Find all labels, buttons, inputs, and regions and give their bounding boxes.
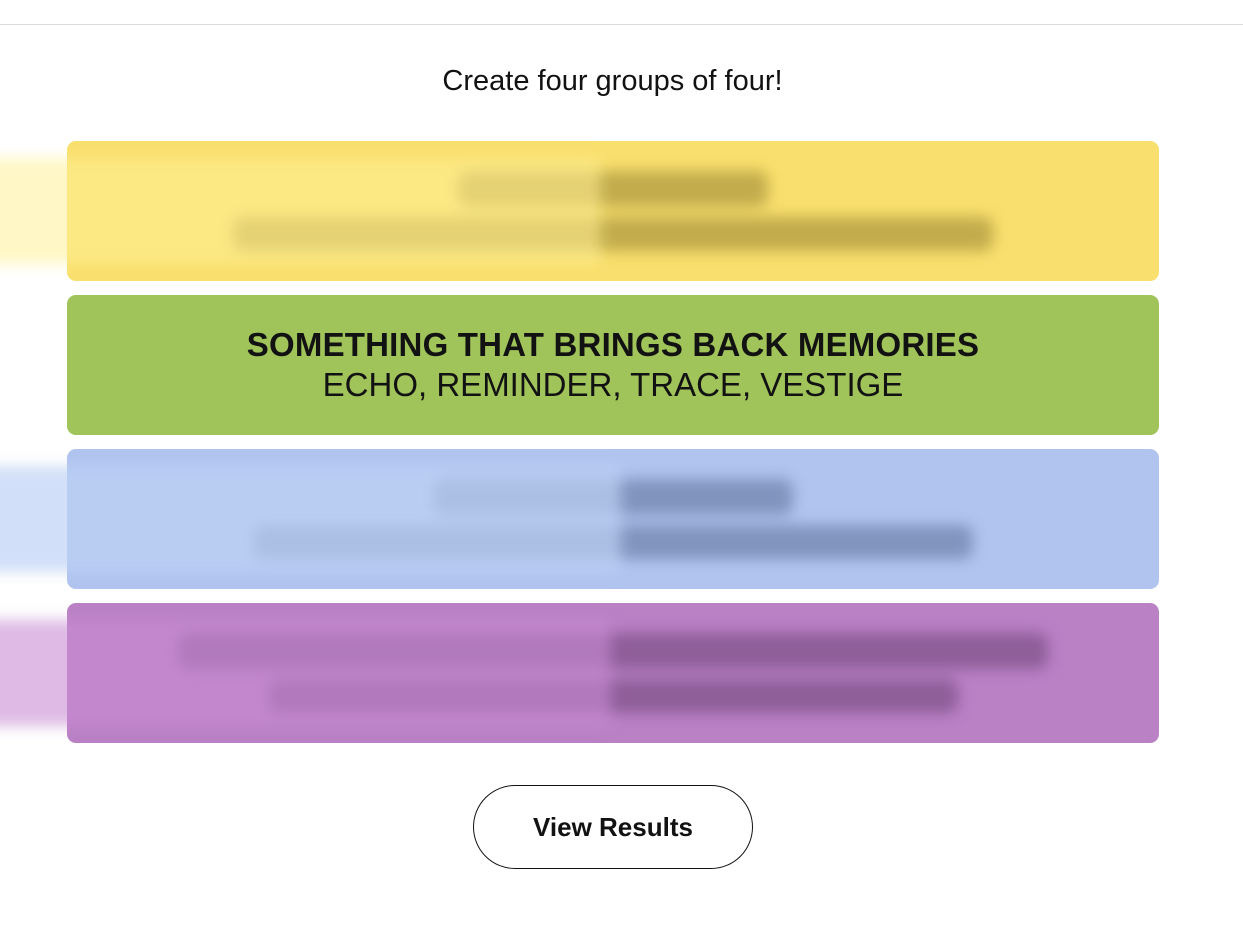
category-words: ECHO, REMINDER, TRACE, VESTIGE (322, 366, 904, 403)
category-group-blue (0, 449, 1159, 589)
view-results-button[interactable]: View Results (473, 785, 753, 869)
obscured-category-content (0, 158, 993, 264)
category-title: SOMETHING THAT BRINGS BACK MEMORIES (246, 326, 980, 363)
page-instructions: Create four groups of four! (442, 65, 783, 97)
category-group-yellow (0, 141, 1159, 281)
obscured-category-content (0, 620, 1048, 726)
category-group-green: SOMETHING THAT BRINGS BACK MEMORIES ECHO… (67, 295, 1159, 435)
header-divider (0, 24, 1243, 25)
category-group-purple (0, 603, 1159, 743)
obscured-category-content (0, 466, 973, 572)
